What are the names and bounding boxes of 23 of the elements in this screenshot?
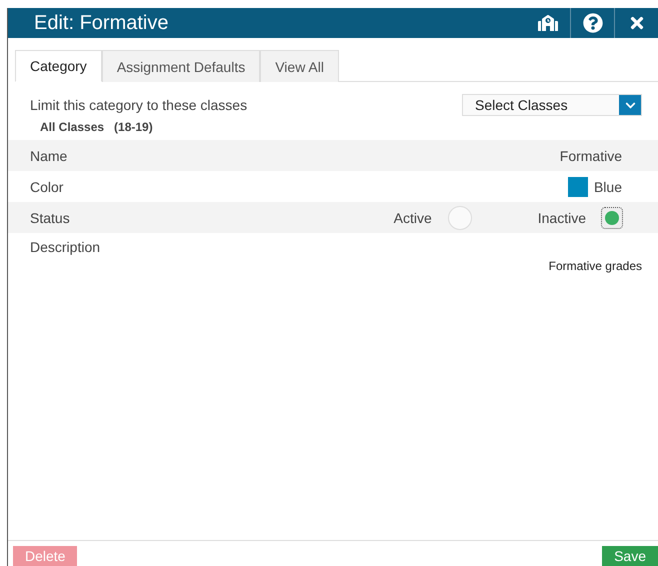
row-value: Formative: [560, 148, 622, 164]
caret-icon: [619, 95, 641, 115]
school-icon: [538, 13, 558, 33]
radio-button[interactable]: [602, 208, 622, 228]
row-label: Status: [30, 210, 71, 226]
row-label: Description: [30, 239, 102, 255]
classes-dropdown[interactable]: Select Classes: [462, 94, 642, 116]
tab[interactable]: View All: [260, 50, 339, 82]
classes-year: (18-19): [114, 120, 153, 134]
classes-label: All Classes: [40, 120, 104, 134]
limit-label: Limit this category to these classes: [30, 97, 248, 113]
option-label: Inactive: [538, 210, 586, 226]
window-title: Edit: Formative: [33, 12, 170, 34]
row-label: Color: [30, 178, 64, 194]
option-label: Active: [394, 210, 432, 226]
row-value: Blue: [594, 178, 622, 194]
save-button[interactable]: Save: [602, 546, 658, 566]
tab[interactable]: Assignment Defaults: [102, 50, 260, 82]
description-text: Formative grades: [548, 259, 642, 273]
radio-button[interactable]: [448, 206, 472, 230]
tab[interactable]: Category: [15, 50, 102, 82]
help-icon: [582, 13, 602, 33]
row-label: Name: [30, 148, 68, 164]
